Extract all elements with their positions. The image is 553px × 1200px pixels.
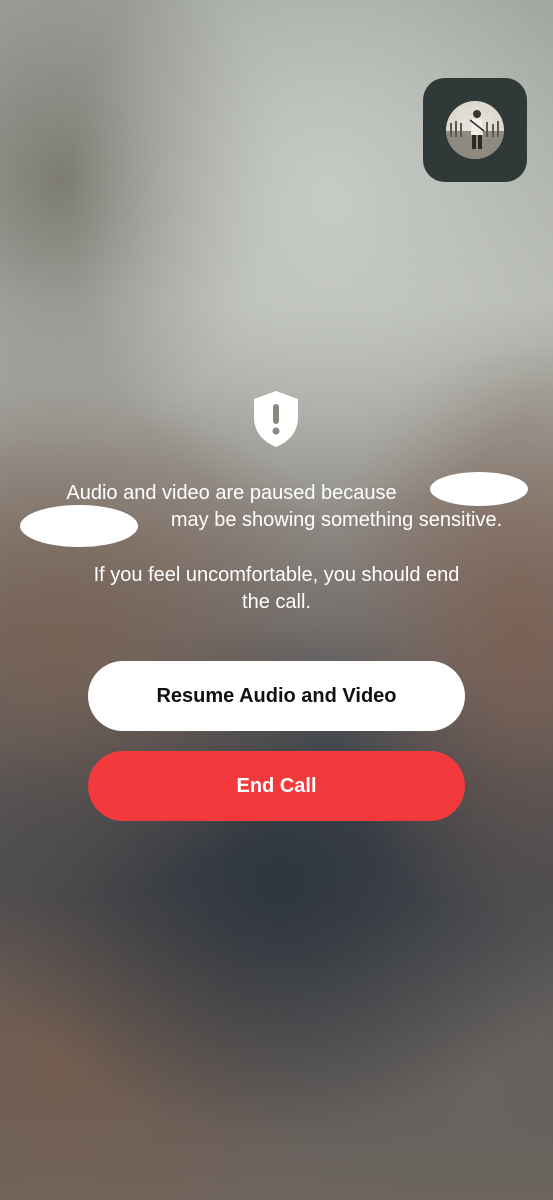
notice-line-1-text: Audio and video are paused because: [66, 482, 397, 504]
redaction-mark: [20, 505, 138, 547]
resume-audio-video-button[interactable]: Resume Audio and Video: [88, 661, 465, 731]
advice-text: If you feel uncomfortable, you should en…: [93, 564, 460, 613]
shield-warning-icon: [254, 391, 298, 447]
redaction-mark: [430, 472, 528, 506]
self-view-thumbnail[interactable]: [423, 78, 527, 182]
person-photo-icon: [446, 110, 504, 159]
avatar: [446, 101, 504, 159]
end-call-button[interactable]: End Call: [88, 751, 465, 821]
notice-line-2-text: may be showing something sensitive.: [170, 509, 503, 531]
